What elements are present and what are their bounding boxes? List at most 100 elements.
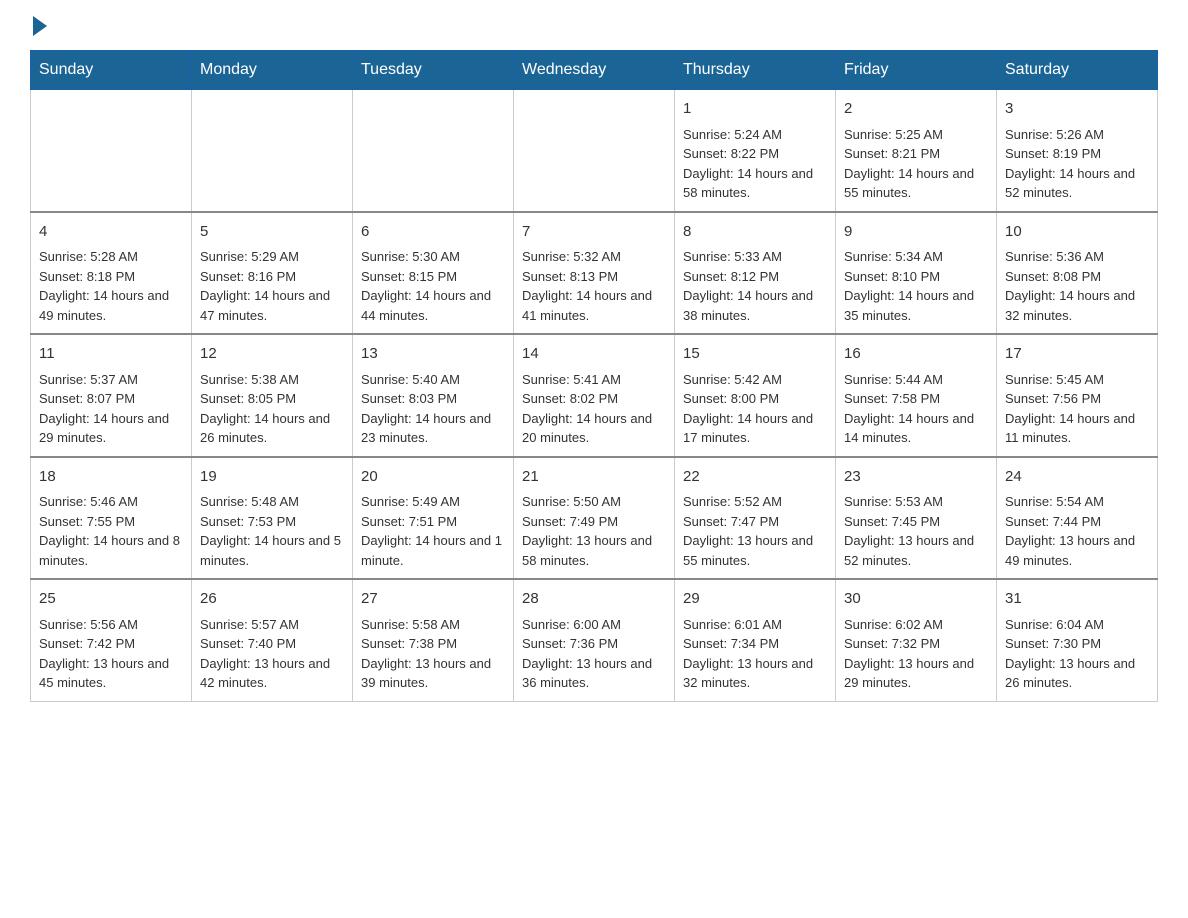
sunset-text: Sunset: 7:34 PM — [683, 636, 779, 651]
sunset-text: Sunset: 8:08 PM — [1005, 269, 1101, 284]
sunrise-text: Sunrise: 5:44 AM — [844, 372, 943, 387]
sunset-text: Sunset: 8:21 PM — [844, 146, 940, 161]
day-number: 21 — [522, 466, 666, 489]
day-of-week-header: Wednesday — [514, 51, 675, 90]
calendar-day-cell: 16 Sunrise: 5:44 AM Sunset: 7:58 PM Dayligh… — [836, 334, 997, 457]
day-number: 28 — [522, 588, 666, 611]
sunrise-text: Sunrise: 5:40 AM — [361, 372, 460, 387]
calendar-day-cell: 15Sunrise: 5:42 AMSunset: 8:00 PMDayligh… — [675, 334, 836, 457]
sunrise-text: Sunrise: 5:30 AM — [361, 249, 460, 264]
daylight-text: Daylight: 13 hours and 55 minutes. — [683, 533, 813, 568]
day-number: 2 — [844, 98, 988, 121]
sunset-text: Sunset: 7:32 PM — [844, 636, 940, 651]
daylight-text: Daylight: 14 hours and 44 minutes. — [361, 288, 491, 323]
day-number: 3 — [1005, 98, 1149, 121]
calendar-day-cell — [514, 90, 675, 212]
day-number: 9 — [844, 221, 988, 244]
daylight-text: Daylight: 14 hours and 47 minutes. — [200, 288, 330, 323]
calendar-day-cell: 25Sunrise: 5:56 AMSunset: 7:42 PMDayligh… — [31, 579, 192, 701]
sunset-text: Sunset: 7:36 PM — [522, 636, 618, 651]
sunrise-text: Sunrise: 5:50 AM — [522, 494, 621, 509]
day-number: 16 — [844, 343, 988, 366]
sunrise-text: Sunrise: 5:46 AM — [39, 494, 138, 509]
calendar-day-cell: 7Sunrise: 5:32 AMSunset: 8:13 PMDaylight… — [514, 212, 675, 335]
calendar-day-cell: 19Sunrise: 5:48 AMSunset: 7:53 PMDayligh… — [192, 457, 353, 580]
daylight-text: Daylight: 14 hours and 41 minutes. — [522, 288, 652, 323]
sunset-text: Sunset: 8:16 PM — [200, 269, 296, 284]
daylight-text: Daylight: 13 hours and 49 minutes. — [1005, 533, 1135, 568]
daylight-text: Daylight: 14 hours and 26 minutes. — [200, 411, 330, 446]
day-of-week-header: Monday — [192, 51, 353, 90]
day-number: 19 — [200, 466, 344, 489]
logo-arrow-icon — [33, 16, 47, 36]
sunset-text: Sunset: 8:15 PM — [361, 269, 457, 284]
day-number: 22 — [683, 466, 827, 489]
sunset-text: Sunset: 8:12 PM — [683, 269, 779, 284]
sunrise-text: Sunrise: 5:49 AM — [361, 494, 460, 509]
day-number: 20 — [361, 466, 505, 489]
calendar-day-cell: 14Sunrise: 5:41 AMSunset: 8:02 PMDayligh… — [514, 334, 675, 457]
calendar-day-cell — [353, 90, 514, 212]
day-of-week-header: Sunday — [31, 51, 192, 90]
calendar-table: SundayMondayTuesdayWednesdayThursdayFrid… — [30, 50, 1158, 702]
sunrise-text: Sunrise: 6:04 AM — [1005, 617, 1104, 632]
daylight-text: Daylight: 14 hours and 32 minutes. — [1005, 288, 1135, 323]
calendar-day-cell: 6 Sunrise: 5:30 AM Sunset: 8:15 PM Daylight… — [353, 212, 514, 335]
day-number: 26 — [200, 588, 344, 611]
day-number: 8 — [683, 221, 827, 244]
sunset-text: Sunset: 8:07 PM — [39, 391, 135, 406]
sunrise-text: Sunrise: 5:45 AM — [1005, 372, 1104, 387]
sunset-text: Sunset: 7:58 PM — [844, 391, 940, 406]
sunset-text: Sunset: 7:38 PM — [361, 636, 457, 651]
daylight-text: Daylight: 13 hours and 26 minutes. — [1005, 656, 1135, 691]
calendar-day-cell: 23Sunrise: 5:53 AMSunset: 7:45 PMDayligh… — [836, 457, 997, 580]
day-number: 30 — [844, 588, 988, 611]
calendar-day-cell: 12Sunrise: 5:38 AMSunset: 8:05 PMDayligh… — [192, 334, 353, 457]
daylight-text: Daylight: 13 hours and 58 minutes. — [522, 533, 652, 568]
calendar-day-cell: 5Sunrise: 5:29 AMSunset: 8:16 PMDaylight… — [192, 212, 353, 335]
daylight-text: Daylight: 13 hours and 45 minutes. — [39, 656, 169, 691]
day-of-week-header: Thursday — [675, 51, 836, 90]
calendar-header-row: SundayMondayTuesdayWednesdayThursdayFrid… — [31, 51, 1158, 90]
sunrise-text: Sunrise: 6:02 AM — [844, 617, 943, 632]
daylight-text: Daylight: 13 hours and 39 minutes. — [361, 656, 491, 691]
sunrise-text: Sunrise: 5:54 AM — [1005, 494, 1104, 509]
sunset-text: Sunset: 8:10 PM — [844, 269, 940, 284]
day-number: 6 — [361, 221, 505, 244]
daylight-text: Daylight: 14 hours and 5 minutes. — [200, 533, 341, 568]
sunset-text: Sunset: 8:22 PM — [683, 146, 779, 161]
calendar-week-row: 11Sunrise: 5:37 AMSunset: 8:07 PMDayligh… — [31, 334, 1158, 457]
sunrise-text: Sunrise: 5:32 AM — [522, 249, 621, 264]
calendar-day-cell: 30 Sunrise: 6:02 AM Sunset: 7:32 PM Dayligh… — [836, 579, 997, 701]
day-number: 23 — [844, 466, 988, 489]
calendar-day-cell: 2Sunrise: 5:25 AMSunset: 8:21 PMDaylight… — [836, 90, 997, 212]
calendar-day-cell — [31, 90, 192, 212]
daylight-text: Daylight: 13 hours and 29 minutes. — [844, 656, 974, 691]
day-number: 4 — [39, 221, 183, 244]
day-of-week-header: Saturday — [997, 51, 1158, 90]
day-of-week-header: Friday — [836, 51, 997, 90]
sunset-text: Sunset: 7:44 PM — [1005, 514, 1101, 529]
sunset-text: Sunset: 8:00 PM — [683, 391, 779, 406]
daylight-text: Daylight: 13 hours and 42 minutes. — [200, 656, 330, 691]
calendar-day-cell: 22Sunrise: 5:52 AMSunset: 7:47 PMDayligh… — [675, 457, 836, 580]
calendar-day-cell: 10Sunrise: 5:36 AMSunset: 8:08 PMDayligh… — [997, 212, 1158, 335]
calendar-day-cell: 29Sunrise: 6:01 AMSunset: 7:34 PMDayligh… — [675, 579, 836, 701]
calendar-week-row: 4Sunrise: 5:28 AMSunset: 8:18 PMDaylight… — [31, 212, 1158, 335]
daylight-text: Daylight: 14 hours and 8 minutes. — [39, 533, 180, 568]
day-number: 10 — [1005, 221, 1149, 244]
daylight-text: Daylight: 14 hours and 23 minutes. — [361, 411, 491, 446]
daylight-text: Daylight: 14 hours and 14 minutes. — [844, 411, 974, 446]
sunrise-text: Sunrise: 5:25 AM — [844, 127, 943, 142]
day-number: 12 — [200, 343, 344, 366]
sunrise-text: Sunrise: 5:26 AM — [1005, 127, 1104, 142]
sunset-text: Sunset: 8:05 PM — [200, 391, 296, 406]
daylight-text: Daylight: 14 hours and 35 minutes. — [844, 288, 974, 323]
sunset-text: Sunset: 7:47 PM — [683, 514, 779, 529]
calendar-day-cell: 11Sunrise: 5:37 AMSunset: 8:07 PMDayligh… — [31, 334, 192, 457]
calendar-day-cell: 27Sunrise: 5:58 AMSunset: 7:38 PMDayligh… — [353, 579, 514, 701]
sunset-text: Sunset: 7:49 PM — [522, 514, 618, 529]
sunset-text: Sunset: 7:30 PM — [1005, 636, 1101, 651]
sunrise-text: Sunrise: 6:00 AM — [522, 617, 621, 632]
sunrise-text: Sunrise: 5:29 AM — [200, 249, 299, 264]
